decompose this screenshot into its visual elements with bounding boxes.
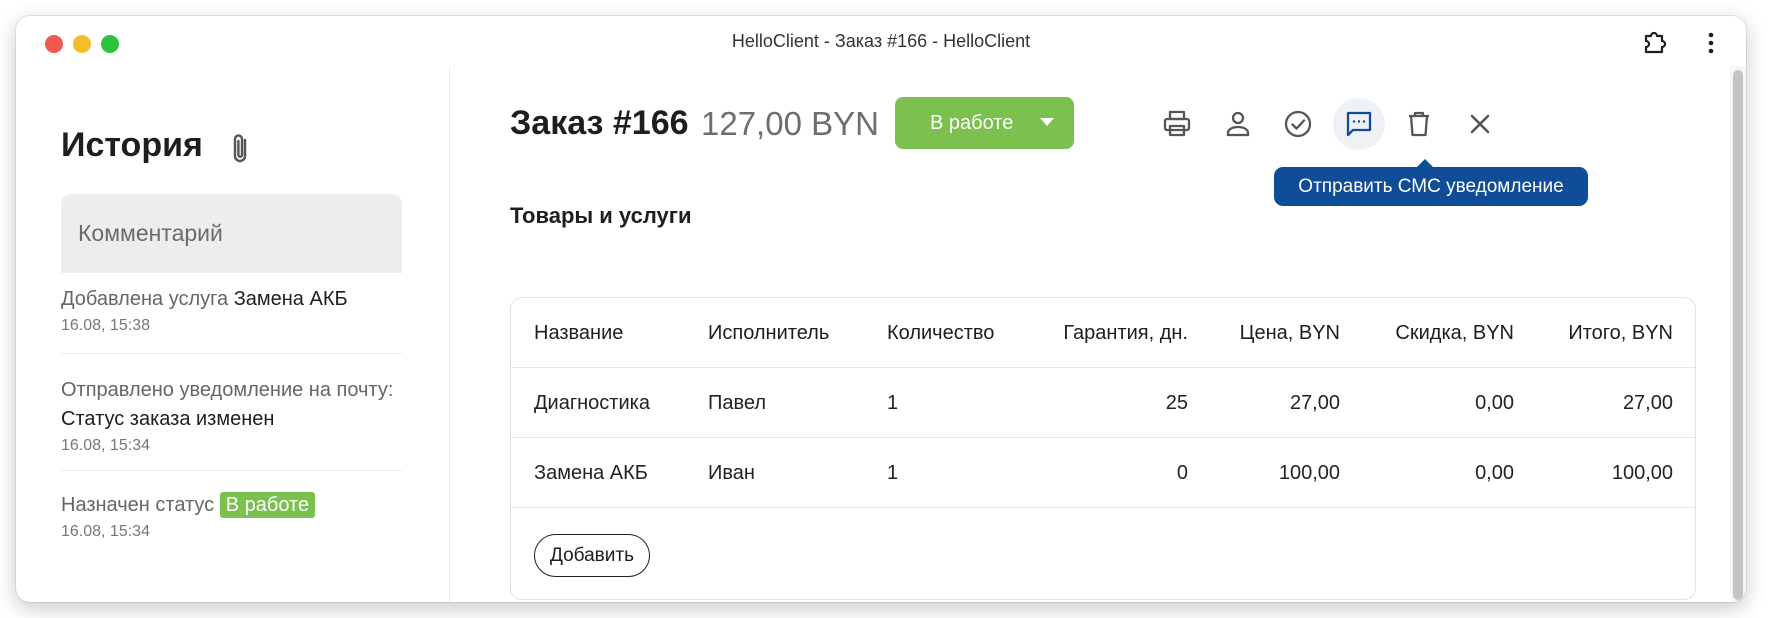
chevron-down-icon [1040, 118, 1054, 126]
cell-warranty: 25 [1165, 391, 1188, 414]
table-row[interactable]: Замена АКБ Иван 1 0 100,00 0,00 100,00 [511, 438, 1695, 508]
cell-name: Диагностика [534, 391, 650, 414]
status-dropdown[interactable]: В работе [895, 97, 1074, 149]
column-header[interactable]: Исполнитель [708, 298, 829, 368]
column-header[interactable]: Гарантия, дн. [1063, 298, 1188, 368]
cell-price: 100,00 [1278, 461, 1340, 484]
history-item: Добавлена услуга Замена АКБ 16.08, 15:38 [61, 285, 402, 338]
app-window: HelloClient - Заказ #166 - HelloClient И… [16, 16, 1746, 602]
close-icon [1470, 114, 1490, 134]
cell-executor: Павел [708, 391, 767, 414]
cell-total: 100,00 [1611, 461, 1673, 484]
history-item-time: 16.08, 15:34 [61, 437, 150, 454]
title-bar: HelloClient - Заказ #166 - HelloClient [16, 16, 1746, 66]
trash-icon [1409, 111, 1429, 137]
history-item: Отправлено уведомление на почту: Статус … [61, 376, 402, 458]
history-item-highlight: Замена АКБ [233, 288, 348, 310]
cell-executor: Иван [708, 461, 755, 484]
column-header[interactable]: Количество [887, 298, 994, 368]
cell-discount: 0,00 [1475, 461, 1514, 484]
order-sum: 127,00 BYN [701, 105, 879, 142]
history-divider [61, 353, 402, 354]
cell-warranty: 0 [1176, 461, 1188, 484]
client-button[interactable] [1212, 98, 1264, 150]
table-header-row: Название Исполнитель Количество Гарантия… [511, 298, 1695, 368]
attachment-icon[interactable] [225, 131, 255, 167]
comment-input[interactable] [61, 194, 402, 273]
cell-name: Замена АКБ [534, 461, 648, 484]
history-title: История [61, 126, 203, 164]
complete-button[interactable] [1272, 98, 1324, 150]
extension-icon[interactable] [1640, 28, 1670, 58]
column-header[interactable]: Цена, BYN [1240, 298, 1340, 368]
history-item-time: 16.08, 15:38 [61, 317, 150, 334]
history-divider [61, 470, 402, 471]
delete-button[interactable] [1393, 98, 1445, 150]
check-circle-icon [1284, 110, 1312, 138]
print-button[interactable] [1151, 98, 1203, 150]
cell-discount: 0,00 [1475, 391, 1514, 414]
history-item-time: 16.08, 15:34 [61, 523, 150, 540]
table-row[interactable]: Диагностика Павел 1 25 27,00 0,00 27,00 [511, 368, 1695, 438]
column-header[interactable]: Итого, BYN [1568, 298, 1673, 368]
cell-quantity: 1 [887, 391, 899, 414]
person-icon [1226, 111, 1250, 137]
section-title: Товары и услуги [510, 203, 692, 228]
printer-icon [1163, 110, 1191, 137]
sms-tooltip: Отправить СМС уведомление [1274, 167, 1588, 206]
cell-price: 27,00 [1289, 391, 1340, 414]
cell-total: 27,00 [1622, 391, 1673, 414]
history-sidebar: История Добавлена услуга Замена АКБ 16.0… [16, 66, 450, 602]
more-menu-icon[interactable] [1696, 28, 1726, 58]
order-panel: Заказ #166 127,00 BYN В работе Отправить… [450, 66, 1746, 602]
close-button[interactable] [1454, 98, 1506, 150]
scrollbar-thumb[interactable] [1733, 70, 1743, 600]
send-sms-button[interactable] [1333, 98, 1385, 150]
window-title: HelloClient - Заказ #166 - HelloClient [731, 31, 1031, 51]
status-dropdown-label: В работе [930, 111, 1014, 134]
cell-quantity: 1 [887, 461, 899, 484]
column-header[interactable]: Скидка, BYN [1395, 298, 1514, 368]
history-item-highlight: Статус заказа изменен [61, 408, 275, 430]
items-table: Название Исполнитель Количество Гарантия… [510, 297, 1696, 600]
add-item-button[interactable]: Добавить [534, 534, 650, 577]
column-header[interactable]: Название [534, 298, 623, 368]
scrollbar[interactable] [1730, 66, 1746, 602]
history-item: Назначен статус В работе 16.08, 15:34 [61, 491, 402, 544]
status-badge: В работе [219, 492, 316, 518]
message-icon [1346, 111, 1372, 137]
order-title: Заказ #166 [510, 104, 689, 142]
